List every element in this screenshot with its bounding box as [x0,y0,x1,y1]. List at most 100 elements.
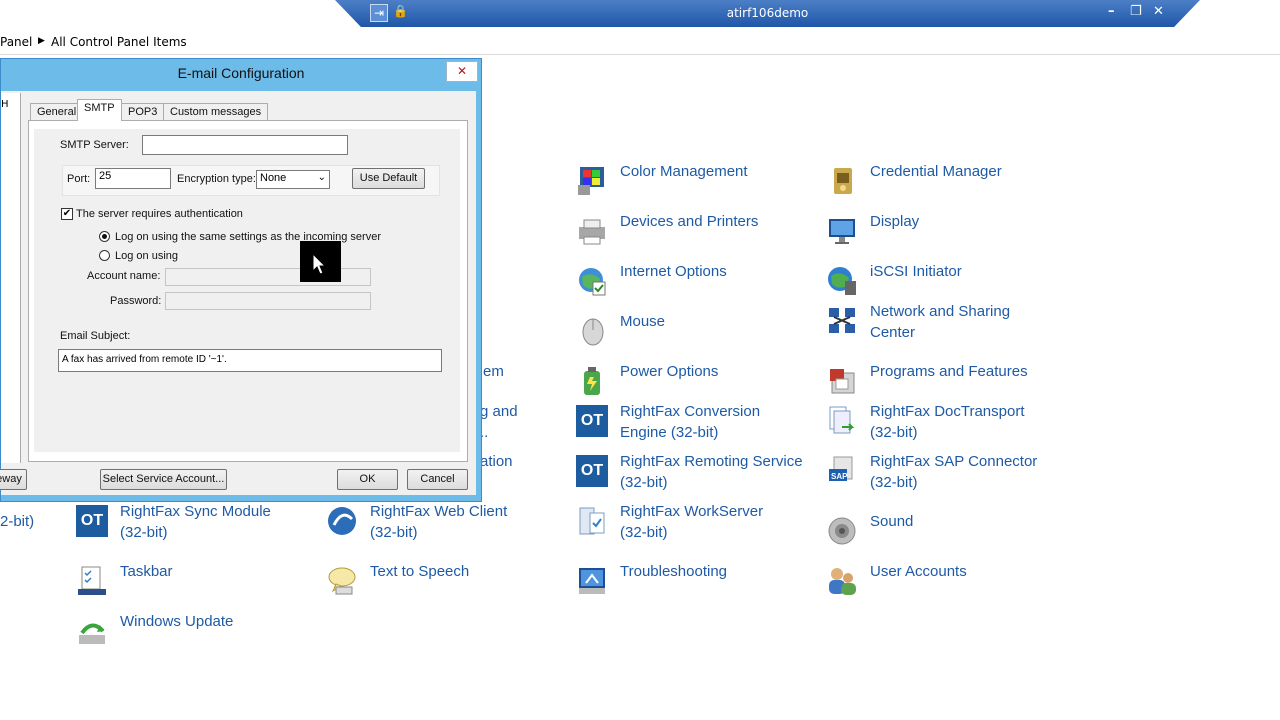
cp-label-line1: RightFax Conversion [620,403,761,420]
cp-label: RightFax Sync Module (32-bit) [120,501,271,543]
encryption-select[interactable]: None ⌄ [256,170,330,189]
users-icon [829,568,856,595]
speaker-icon [828,517,856,545]
breadcrumb: Panel ▶ All Control Panel Items [0,28,1280,55]
encryption-label: Encryption type: [177,173,256,185]
cp-label: Network and Sharing Center [870,301,1010,343]
email-subject-label: Email Subject: [60,330,131,342]
cp-label: RightFax DocTransport (32-bit) [870,401,1025,443]
port-input[interactable]: 25 [95,168,171,189]
cp-label: User Accounts [870,563,967,580]
radio-log-on-using[interactable] [99,250,110,261]
cancel-button[interactable]: Cancel [407,469,468,490]
cp-label: RightFax Conversion Engine (32-bit) [620,401,760,443]
doctransport-icon [829,406,855,434]
radio-same-settings-label: Log on using the same settings as the in… [115,231,381,243]
cp-label-line2: (32-bit) [870,474,918,491]
select-service-account-button[interactable]: Select Service Account... [100,469,227,490]
smtp-server-label: SMTP Server: [60,139,129,151]
cp-label: Programs and Features [870,363,1028,380]
programs-icon [830,369,855,394]
mouse-icon [582,318,604,346]
auth-checkbox[interactable]: ✔ [61,208,73,220]
account-name-label: Account name: [87,270,161,282]
cp-label: Color Management [620,163,748,180]
breadcrumb-separator-icon[interactable]: ▶ [38,36,45,46]
auth-label: The server requires authentication [76,208,243,220]
password-input[interactable] [165,292,371,310]
cp-label-line1: RightFax SAP Connector [870,453,1038,470]
cp-label-line1: RightFax Web Client [370,503,508,520]
cp-label: Devices and Printers [620,213,759,230]
troubleshooting-icon [579,568,605,594]
breadcrumb-control-panel[interactable]: Panel [0,35,32,49]
cp-label-line1: g and [480,403,518,420]
radio-log-on-using-label: Log on using [115,250,178,262]
cp-label: g and.. [480,401,518,443]
dialog-body: H General SMTP POP3 Custom messages SMTP… [0,91,476,495]
cp-label: Power Options [620,363,719,380]
cp-label: RightFax SAP Connector (32-bit) [870,451,1037,493]
gateway-button[interactable]: eway [0,469,27,490]
cp-label: Text to Speech [370,563,470,580]
tab-pop3[interactable]: POP3 [121,103,165,121]
left-strip-text: H [1,99,9,110]
smtp-server-input[interactable] [142,135,348,155]
close-icon[interactable]: ✕ [1153,4,1164,19]
cp-label: Windows Update [120,613,234,630]
minimize-icon[interactable]: – [1108,4,1115,19]
cp-label-line1: RightFax Sync Module [120,503,271,520]
cp-label-line2: (32-bit) [620,524,668,541]
email-subject-input[interactable]: A fax has arrived from remote ID '~1'. [58,349,442,372]
power-icon [584,367,600,395]
cp-label-line2: (32-bit) [120,524,168,541]
radio-same-settings[interactable] [99,231,110,242]
windows-update-icon [79,623,105,644]
email-config-dialog: E-mail Configuration ✕ H General SMTP PO… [0,58,482,502]
color-management-icon [578,167,604,195]
speech-bubble-icon [328,567,356,595]
cp-label: RightFax Remoting Service (32-bit) [620,451,803,493]
tab-smtp[interactable]: SMTP [77,99,122,121]
cp-label: ation [480,453,513,470]
cp-label: 2-bit) [0,513,35,530]
cp-label: Display [870,213,920,230]
use-default-button[interactable]: Use Default [352,168,425,189]
tab-custom-messages[interactable]: Custom messages [163,103,269,121]
cp-label: Mouse [620,313,666,330]
taskbar-icon [78,566,106,595]
mouse-cursor-icon [300,241,341,282]
tab-general[interactable]: General [30,103,84,121]
cp-label-line2: (32-bit) [620,474,668,491]
dialog-title: E-mail Configuration [177,65,305,81]
breadcrumb-all-items[interactable]: All Control Panel Items [51,35,187,49]
opentext-icon: OT [576,405,608,437]
cp-label-line1: RightFax DocTransport [870,403,1025,420]
left-panel-strip: H [1,93,21,463]
cp-label: iSCSI Initiator [870,263,962,280]
cp-label: Taskbar [120,563,173,580]
cp-label-line2: Center [870,324,916,341]
cp-label: RightFax Web Client (32-bit) [370,501,507,543]
cp-label: Troubleshooting [620,563,728,580]
cp-label: RightFax WorkServer (32-bit) [620,501,763,543]
cp-label-line2: Engine (32-bit) [620,424,719,441]
chevron-down-icon: ⌄ [317,172,326,183]
dialog-close-button[interactable]: ✕ [446,61,478,82]
cp-label: Credential Manager [870,163,1002,180]
workserver-icon [579,507,605,535]
rdp-connection-bar: ⇥ 🔒 atirf106demo – ❐ ✕ [335,0,1200,27]
svg-text:SAP: SAP [831,472,848,481]
cp-label-line1: RightFax WorkServer [620,503,764,520]
restore-icon[interactable]: ❐ [1130,4,1142,19]
cp-label: em [483,363,504,380]
web-client-icon [328,507,356,535]
globe-icon [579,268,606,296]
encryption-selected-value: None [260,172,287,184]
network-icon [829,308,855,333]
cp-label-line2: (32-bit) [370,524,418,541]
cp-label-line2: (32-bit) [870,424,918,441]
rdp-title: atirf106demo [726,6,809,20]
ok-button[interactable]: OK [337,469,398,490]
cp-label: Internet Options [620,263,727,280]
